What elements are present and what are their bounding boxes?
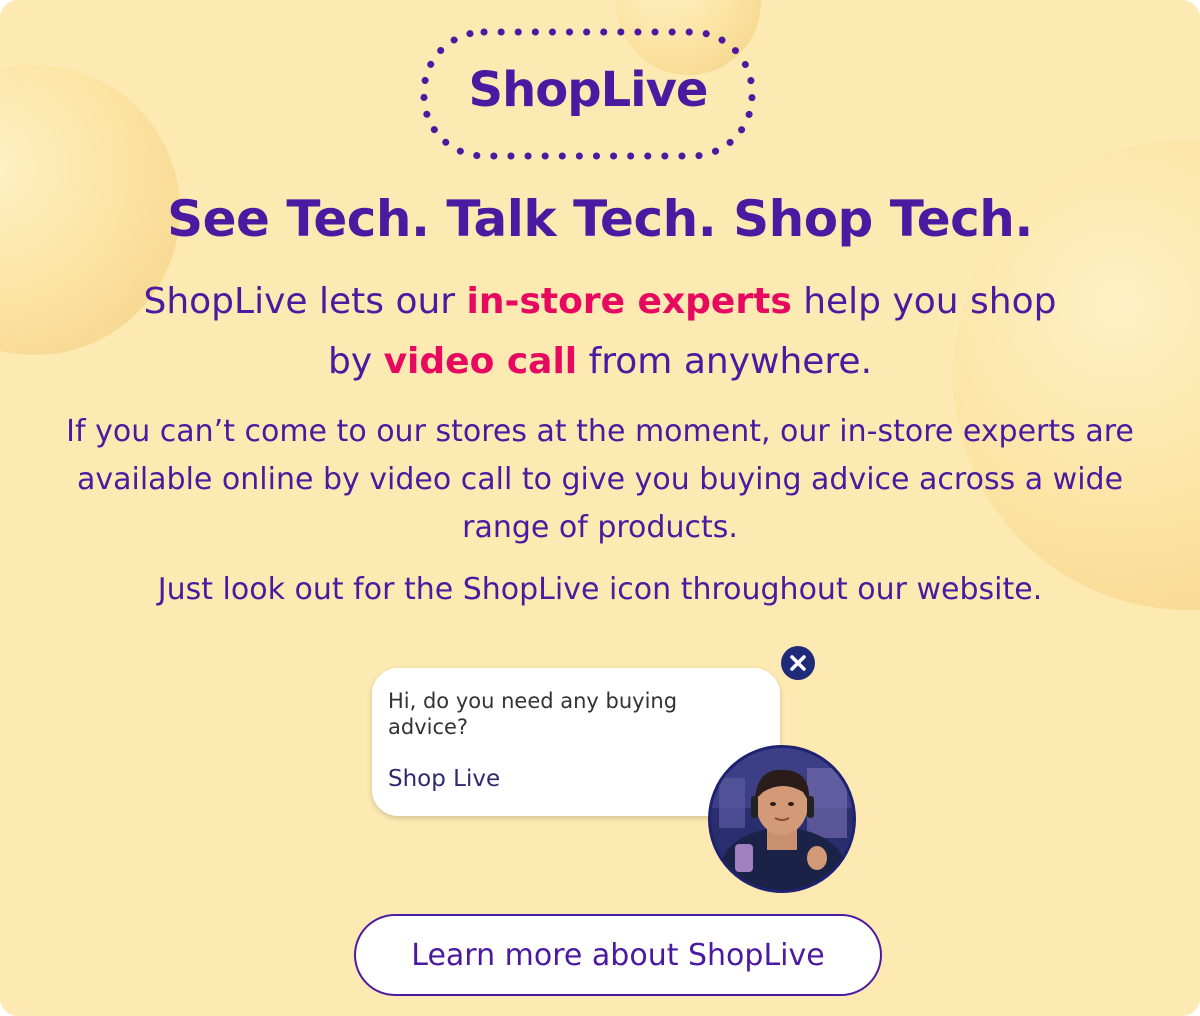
shoplive-promo-card: ShopLive See Tech. Talk Tech. Shop Tech.… bbox=[0, 0, 1200, 1016]
body-paragraph-icon-hint: Just look out for the ShopLive icon thro… bbox=[157, 572, 1043, 607]
highlight-in-store-experts: in-store experts bbox=[466, 281, 792, 322]
body-paragraph: If you can’t come to our stores at the m… bbox=[66, 414, 1134, 545]
subheadline-text: from anywhere. bbox=[577, 341, 873, 382]
expert-avatar[interactable] bbox=[708, 745, 856, 893]
highlight-video-call: video call bbox=[383, 341, 578, 382]
close-button[interactable] bbox=[781, 646, 815, 680]
chat-sender: Shop Live bbox=[388, 766, 501, 792]
subheadline: ShopLive lets our in-store experts help … bbox=[0, 272, 1200, 392]
close-icon bbox=[790, 655, 806, 671]
page-title: See Tech. Talk Tech. Shop Tech. bbox=[167, 190, 1033, 248]
subheadline-text: ShopLive lets our bbox=[143, 281, 467, 322]
person-icon bbox=[711, 748, 853, 890]
chat-message: Hi, do you need any buying advice? bbox=[388, 689, 678, 739]
subheadline-text: by bbox=[327, 341, 384, 382]
shoplive-logo: ShopLive bbox=[416, 24, 760, 164]
logo-text: ShopLive bbox=[468, 62, 709, 118]
subheadline-text: help you shop bbox=[791, 281, 1057, 322]
learn-more-button[interactable]: Learn more about ShopLive bbox=[354, 914, 882, 996]
